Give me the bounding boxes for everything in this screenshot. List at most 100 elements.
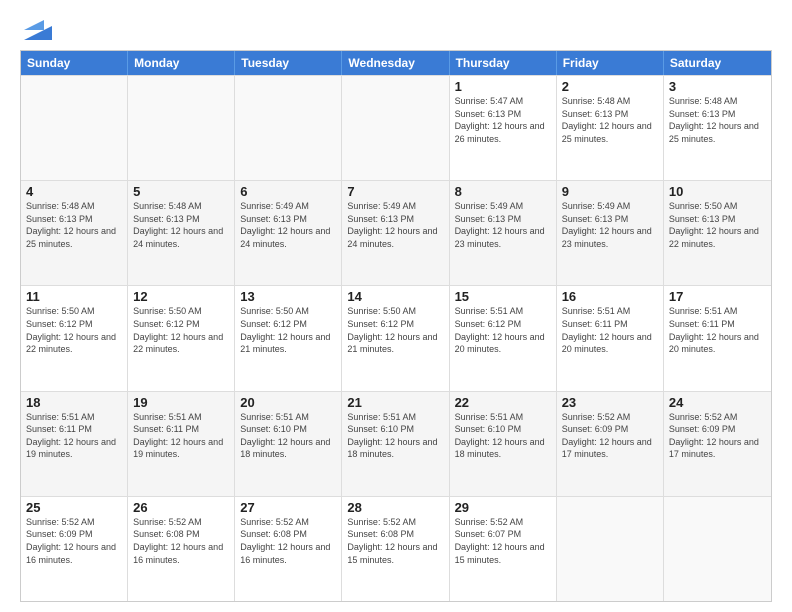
calendar-row: 11Sunrise: 5:50 AM Sunset: 6:12 PM Dayli… [21, 285, 771, 390]
day-number: 22 [455, 395, 551, 410]
sun-info: Sunrise: 5:52 AM Sunset: 6:09 PM Dayligh… [669, 411, 766, 461]
calendar-cell: 7Sunrise: 5:49 AM Sunset: 6:13 PM Daylig… [342, 181, 449, 285]
calendar-cell: 8Sunrise: 5:49 AM Sunset: 6:13 PM Daylig… [450, 181, 557, 285]
logo-icon [24, 12, 52, 40]
day-number: 8 [455, 184, 551, 199]
calendar-cell: 28Sunrise: 5:52 AM Sunset: 6:08 PM Dayli… [342, 497, 449, 601]
day-number: 10 [669, 184, 766, 199]
calendar-cell: 5Sunrise: 5:48 AM Sunset: 6:13 PM Daylig… [128, 181, 235, 285]
day-number: 2 [562, 79, 658, 94]
calendar-cell: 2Sunrise: 5:48 AM Sunset: 6:13 PM Daylig… [557, 76, 664, 180]
day-number: 9 [562, 184, 658, 199]
calendar: SundayMondayTuesdayWednesdayThursdayFrid… [20, 50, 772, 602]
header [20, 16, 772, 40]
day-number: 11 [26, 289, 122, 304]
sun-info: Sunrise: 5:48 AM Sunset: 6:13 PM Dayligh… [26, 200, 122, 250]
calendar-cell: 20Sunrise: 5:51 AM Sunset: 6:10 PM Dayli… [235, 392, 342, 496]
sun-info: Sunrise: 5:50 AM Sunset: 6:12 PM Dayligh… [26, 305, 122, 355]
sun-info: Sunrise: 5:49 AM Sunset: 6:13 PM Dayligh… [562, 200, 658, 250]
sun-info: Sunrise: 5:50 AM Sunset: 6:12 PM Dayligh… [347, 305, 443, 355]
sun-info: Sunrise: 5:47 AM Sunset: 6:13 PM Dayligh… [455, 95, 551, 145]
calendar-row: 4Sunrise: 5:48 AM Sunset: 6:13 PM Daylig… [21, 180, 771, 285]
sun-info: Sunrise: 5:48 AM Sunset: 6:13 PM Dayligh… [562, 95, 658, 145]
day-number: 16 [562, 289, 658, 304]
sun-info: Sunrise: 5:52 AM Sunset: 6:09 PM Dayligh… [26, 516, 122, 566]
day-number: 5 [133, 184, 229, 199]
sun-info: Sunrise: 5:49 AM Sunset: 6:13 PM Dayligh… [455, 200, 551, 250]
day-number: 18 [26, 395, 122, 410]
calendar-cell: 25Sunrise: 5:52 AM Sunset: 6:09 PM Dayli… [21, 497, 128, 601]
calendar-body: 1Sunrise: 5:47 AM Sunset: 6:13 PM Daylig… [21, 75, 771, 601]
calendar-cell [557, 497, 664, 601]
calendar-cell: 18Sunrise: 5:51 AM Sunset: 6:11 PM Dayli… [21, 392, 128, 496]
sun-info: Sunrise: 5:51 AM Sunset: 6:11 PM Dayligh… [669, 305, 766, 355]
calendar-cell: 16Sunrise: 5:51 AM Sunset: 6:11 PM Dayli… [557, 286, 664, 390]
day-number: 25 [26, 500, 122, 515]
day-number: 1 [455, 79, 551, 94]
sun-info: Sunrise: 5:52 AM Sunset: 6:09 PM Dayligh… [562, 411, 658, 461]
calendar-cell: 26Sunrise: 5:52 AM Sunset: 6:08 PM Dayli… [128, 497, 235, 601]
calendar-row: 25Sunrise: 5:52 AM Sunset: 6:09 PM Dayli… [21, 496, 771, 601]
calendar-cell: 23Sunrise: 5:52 AM Sunset: 6:09 PM Dayli… [557, 392, 664, 496]
calendar-row: 1Sunrise: 5:47 AM Sunset: 6:13 PM Daylig… [21, 75, 771, 180]
sun-info: Sunrise: 5:51 AM Sunset: 6:11 PM Dayligh… [26, 411, 122, 461]
sun-info: Sunrise: 5:52 AM Sunset: 6:07 PM Dayligh… [455, 516, 551, 566]
calendar-cell [21, 76, 128, 180]
calendar-header-cell: Monday [128, 51, 235, 75]
calendar-header-cell: Saturday [664, 51, 771, 75]
calendar-cell: 24Sunrise: 5:52 AM Sunset: 6:09 PM Dayli… [664, 392, 771, 496]
calendar-header-cell: Tuesday [235, 51, 342, 75]
calendar-cell: 29Sunrise: 5:52 AM Sunset: 6:07 PM Dayli… [450, 497, 557, 601]
day-number: 13 [240, 289, 336, 304]
day-number: 26 [133, 500, 229, 515]
day-number: 28 [347, 500, 443, 515]
sun-info: Sunrise: 5:51 AM Sunset: 6:11 PM Dayligh… [562, 305, 658, 355]
calendar-cell: 9Sunrise: 5:49 AM Sunset: 6:13 PM Daylig… [557, 181, 664, 285]
calendar-cell: 22Sunrise: 5:51 AM Sunset: 6:10 PM Dayli… [450, 392, 557, 496]
calendar-cell: 4Sunrise: 5:48 AM Sunset: 6:13 PM Daylig… [21, 181, 128, 285]
calendar-cell [664, 497, 771, 601]
sun-info: Sunrise: 5:51 AM Sunset: 6:10 PM Dayligh… [240, 411, 336, 461]
sun-info: Sunrise: 5:48 AM Sunset: 6:13 PM Dayligh… [133, 200, 229, 250]
day-number: 27 [240, 500, 336, 515]
sun-info: Sunrise: 5:50 AM Sunset: 6:12 PM Dayligh… [240, 305, 336, 355]
day-number: 7 [347, 184, 443, 199]
sun-info: Sunrise: 5:51 AM Sunset: 6:11 PM Dayligh… [133, 411, 229, 461]
day-number: 15 [455, 289, 551, 304]
logo [20, 16, 52, 40]
day-number: 4 [26, 184, 122, 199]
day-number: 24 [669, 395, 766, 410]
calendar-cell: 1Sunrise: 5:47 AM Sunset: 6:13 PM Daylig… [450, 76, 557, 180]
calendar-cell [342, 76, 449, 180]
day-number: 3 [669, 79, 766, 94]
calendar-cell: 13Sunrise: 5:50 AM Sunset: 6:12 PM Dayli… [235, 286, 342, 390]
sun-info: Sunrise: 5:49 AM Sunset: 6:13 PM Dayligh… [240, 200, 336, 250]
day-number: 6 [240, 184, 336, 199]
calendar-cell: 21Sunrise: 5:51 AM Sunset: 6:10 PM Dayli… [342, 392, 449, 496]
day-number: 20 [240, 395, 336, 410]
calendar-cell: 19Sunrise: 5:51 AM Sunset: 6:11 PM Dayli… [128, 392, 235, 496]
calendar-header-cell: Sunday [21, 51, 128, 75]
calendar-header-cell: Wednesday [342, 51, 449, 75]
calendar-cell: 27Sunrise: 5:52 AM Sunset: 6:08 PM Dayli… [235, 497, 342, 601]
sun-info: Sunrise: 5:50 AM Sunset: 6:13 PM Dayligh… [669, 200, 766, 250]
calendar-cell: 6Sunrise: 5:49 AM Sunset: 6:13 PM Daylig… [235, 181, 342, 285]
sun-info: Sunrise: 5:52 AM Sunset: 6:08 PM Dayligh… [133, 516, 229, 566]
calendar-header: SundayMondayTuesdayWednesdayThursdayFrid… [21, 51, 771, 75]
calendar-cell: 12Sunrise: 5:50 AM Sunset: 6:12 PM Dayli… [128, 286, 235, 390]
calendar-cell [235, 76, 342, 180]
day-number: 19 [133, 395, 229, 410]
day-number: 23 [562, 395, 658, 410]
sun-info: Sunrise: 5:51 AM Sunset: 6:10 PM Dayligh… [347, 411, 443, 461]
calendar-cell: 14Sunrise: 5:50 AM Sunset: 6:12 PM Dayli… [342, 286, 449, 390]
sun-info: Sunrise: 5:49 AM Sunset: 6:13 PM Dayligh… [347, 200, 443, 250]
calendar-cell: 11Sunrise: 5:50 AM Sunset: 6:12 PM Dayli… [21, 286, 128, 390]
day-number: 14 [347, 289, 443, 304]
sun-info: Sunrise: 5:52 AM Sunset: 6:08 PM Dayligh… [240, 516, 336, 566]
calendar-cell: 10Sunrise: 5:50 AM Sunset: 6:13 PM Dayli… [664, 181, 771, 285]
sun-info: Sunrise: 5:51 AM Sunset: 6:12 PM Dayligh… [455, 305, 551, 355]
calendar-header-cell: Thursday [450, 51, 557, 75]
day-number: 12 [133, 289, 229, 304]
calendar-cell [128, 76, 235, 180]
calendar-cell: 17Sunrise: 5:51 AM Sunset: 6:11 PM Dayli… [664, 286, 771, 390]
